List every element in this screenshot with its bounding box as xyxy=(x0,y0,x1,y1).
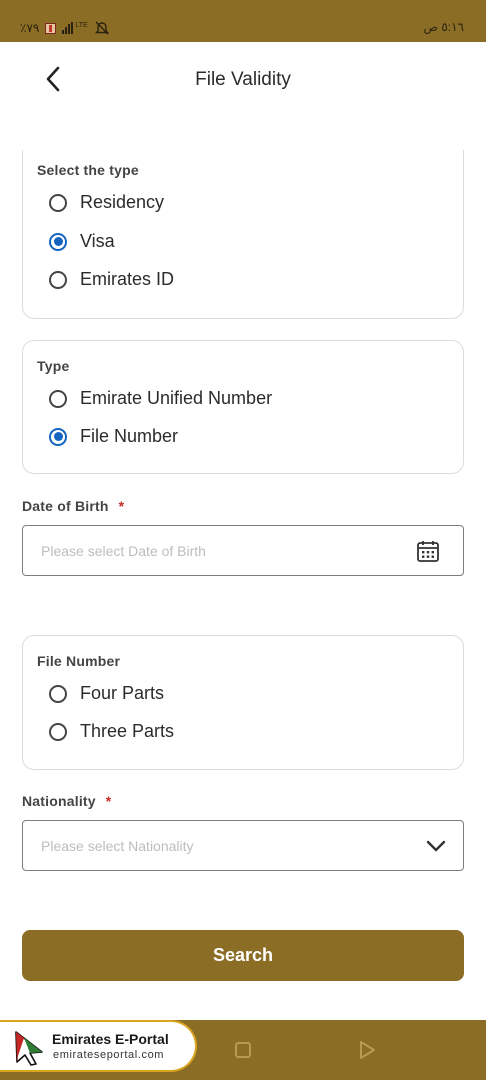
calendar-icon[interactable] xyxy=(415,538,441,564)
radio-option-emirate-unified-number[interactable]: Emirate Unified Number xyxy=(49,388,272,409)
required-mark: * xyxy=(118,498,125,514)
search-button[interactable]: Search xyxy=(22,930,464,981)
network-type: LTE xyxy=(75,21,88,29)
date-of-birth-input[interactable]: Please select Date of Birth xyxy=(22,525,464,576)
battery-percent: ٪٧٩ xyxy=(20,21,40,35)
nationality-placeholder: Please select Nationality xyxy=(41,838,194,854)
signal-icon xyxy=(62,22,74,34)
radio-option-visa[interactable]: Visa xyxy=(49,231,115,252)
battery-icon xyxy=(45,22,57,34)
watermark-title: Emirates E-Portal xyxy=(52,1031,169,1047)
radio-label: Emirate Unified Number xyxy=(80,388,273,408)
emirates-eportal-watermark: Emirates E-Portal emirateseportal.com xyxy=(0,1020,197,1072)
nationality-label-text: Nationality xyxy=(22,793,96,809)
radio-button[interactable] xyxy=(49,722,67,741)
radio-option-four-parts[interactable]: Four Parts xyxy=(49,683,164,704)
app-bar: File Validity xyxy=(0,42,486,142)
muted-bell-icon xyxy=(94,21,109,35)
chevron-down-icon[interactable] xyxy=(423,833,449,859)
file-number-label: File Number xyxy=(37,653,121,669)
radio-label: Residency xyxy=(80,192,165,212)
page-title: File Validity xyxy=(195,69,291,90)
play-triangle-icon[interactable] xyxy=(358,1040,376,1060)
radio-label: File Number xyxy=(80,426,179,446)
date-of-birth-label-text: Date of Birth xyxy=(22,498,109,514)
radio-button[interactable] xyxy=(49,389,67,408)
radio-button[interactable] xyxy=(49,193,67,212)
date-of-birth-placeholder: Please select Date of Birth xyxy=(41,543,206,559)
radio-option-emirates-id[interactable]: Emirates ID xyxy=(49,269,174,290)
required-mark: * xyxy=(105,793,112,809)
type-card: Type Emirate Unified Number File Number xyxy=(22,340,464,474)
radio-button[interactable] xyxy=(49,684,67,703)
radio-option-file-number[interactable]: File Number xyxy=(49,426,178,447)
nationality-label: Nationality * xyxy=(22,793,111,809)
radio-label: Emirates ID xyxy=(80,269,175,289)
status-bar: ٪٧٩ LTE ٥:١٦ ص xyxy=(0,0,486,42)
radio-button-selected[interactable] xyxy=(49,232,67,251)
recent-apps-icon[interactable] xyxy=(235,1042,251,1058)
select-type-label: Select the type xyxy=(37,162,139,178)
type-label: Type xyxy=(37,358,70,374)
radio-label: Four Parts xyxy=(80,683,165,703)
status-time: ٥:١٦ ص xyxy=(423,20,464,34)
cursor-logo-icon xyxy=(15,1031,43,1066)
select-type-card: Select the type Residency Visa Emirates … xyxy=(22,150,464,319)
date-of-birth-label: Date of Birth * xyxy=(22,498,124,514)
radio-button[interactable] xyxy=(49,270,67,289)
radio-label: Visa xyxy=(80,231,115,251)
radio-label: Three Parts xyxy=(80,721,175,741)
file-number-card: File Number Four Parts Three Parts xyxy=(22,635,464,770)
radio-option-residency[interactable]: Residency xyxy=(49,192,164,213)
watermark-url: emirateseportal.com xyxy=(53,1049,165,1061)
radio-button-selected[interactable] xyxy=(49,427,67,446)
status-left: ٪٧٩ LTE xyxy=(20,20,110,36)
radio-option-three-parts[interactable]: Three Parts xyxy=(49,721,174,742)
nationality-select[interactable]: Please select Nationality xyxy=(22,820,464,871)
